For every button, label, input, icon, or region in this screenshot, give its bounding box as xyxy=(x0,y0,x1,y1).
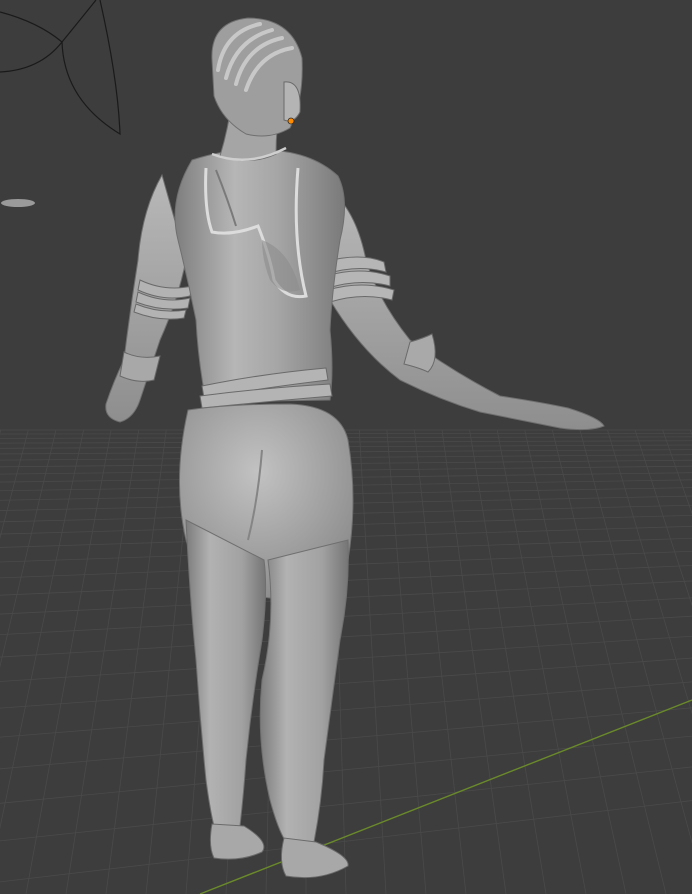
3d-viewport[interactable] xyxy=(0,0,692,894)
camera-wireframe[interactable] xyxy=(0,0,121,136)
light-object[interactable] xyxy=(1,199,35,207)
origin-point[interactable] xyxy=(287,117,295,125)
viewport-canvas[interactable] xyxy=(0,0,692,894)
